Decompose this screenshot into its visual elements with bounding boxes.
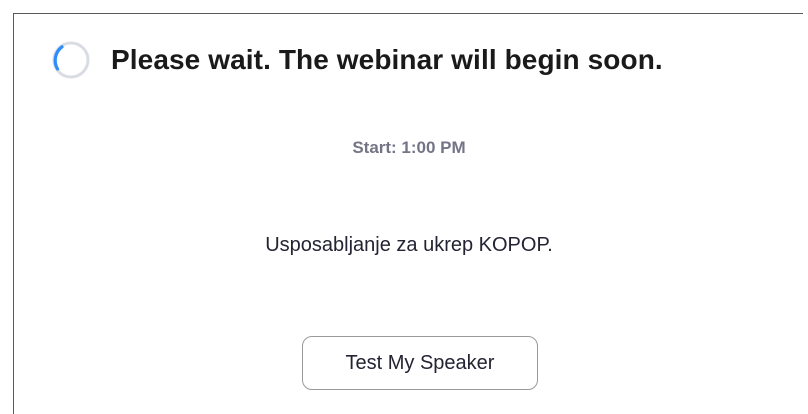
start-time-label: Start: 1:00 PM	[352, 138, 466, 157]
test-speaker-button[interactable]: Test My Speaker	[302, 336, 538, 390]
webinar-topic: Usposabljanje za ukrep KOPOP.	[265, 234, 553, 256]
loading-spinner-icon	[51, 40, 91, 80]
webinar-waiting-window: Please wait. The webinar will begin soon…	[13, 13, 803, 414]
header-row: Please wait. The webinar will begin soon…	[51, 40, 663, 80]
page-title: Please wait. The webinar will begin soon…	[111, 44, 663, 75]
